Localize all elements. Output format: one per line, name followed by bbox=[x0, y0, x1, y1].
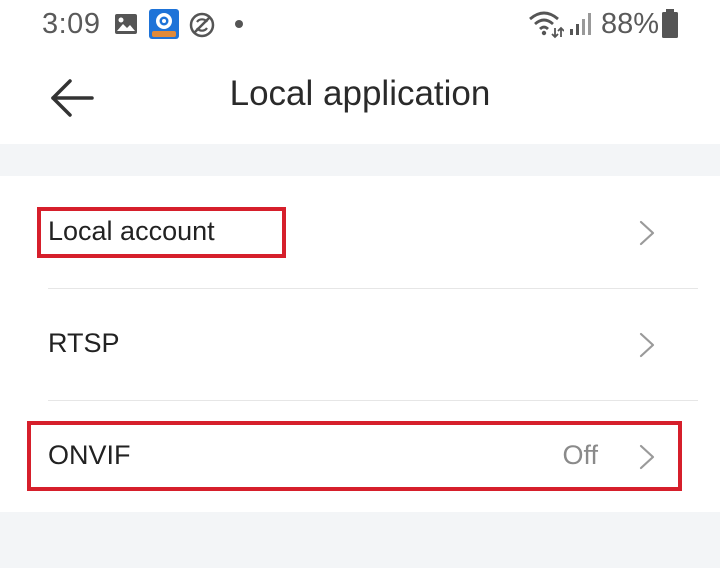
settings-list: Local account RTSP ONVIF Off bbox=[0, 176, 720, 512]
chevron-right-icon bbox=[639, 220, 655, 246]
onvif-item[interactable]: ONVIF Off bbox=[0, 400, 720, 512]
chevron-right-icon bbox=[639, 332, 655, 358]
section-spacer-top bbox=[0, 144, 720, 176]
notification-dot-icon bbox=[235, 20, 243, 28]
camera-app-icon bbox=[149, 9, 179, 39]
wifi-icon bbox=[529, 11, 564, 39]
no-sync-icon bbox=[189, 12, 215, 38]
onvif-status-value: Off bbox=[562, 440, 598, 470]
section-spacer-bottom bbox=[0, 512, 720, 568]
local-account-item[interactable]: Local account bbox=[0, 176, 720, 288]
signal-icon bbox=[570, 13, 591, 35]
image-icon bbox=[115, 14, 137, 34]
battery-percent: 88% bbox=[601, 8, 660, 40]
status-time: 3:09 bbox=[42, 8, 101, 40]
page-title: Local application bbox=[229, 74, 491, 113]
item-label: RTSP bbox=[48, 328, 120, 358]
rtsp-item[interactable]: RTSP bbox=[0, 288, 720, 400]
item-label: ONVIF bbox=[48, 440, 131, 470]
battery-icon bbox=[662, 9, 678, 38]
app-bar: Local application bbox=[0, 50, 720, 144]
item-label: Local account bbox=[48, 216, 215, 246]
chevron-right-icon bbox=[639, 444, 655, 470]
status-bar: 3:09 88% bbox=[0, 0, 720, 50]
